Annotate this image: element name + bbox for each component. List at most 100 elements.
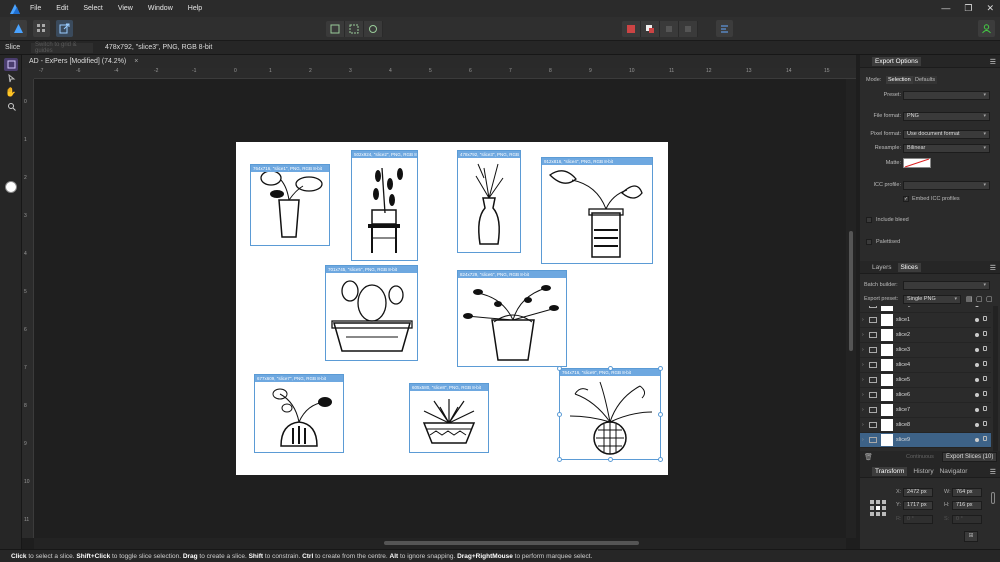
align-button[interactable] <box>716 20 733 37</box>
grid-guides-button[interactable]: Switch to grid & guides <box>31 42 93 54</box>
slice-option-icon[interactable] <box>660 21 679 37</box>
canvas-area[interactable]: 764x716, "slice1", PNG, RGB 8-bit 502x92… <box>34 79 846 538</box>
trash-icon[interactable]: 🗑 <box>864 453 873 461</box>
icc-dropdown[interactable] <box>903 180 990 190</box>
visibility-icon[interactable] <box>975 318 979 322</box>
slice-warning-icon[interactable] <box>641 21 660 37</box>
resize-handle[interactable] <box>658 457 663 462</box>
export-icon[interactable] <box>983 406 987 411</box>
slice-1[interactable]: 764x716, "slice1", PNG, RGB 8-bit <box>250 164 330 246</box>
scroll-thumb[interactable] <box>384 541 639 545</box>
export-icon[interactable] <box>983 316 987 321</box>
document-tab[interactable]: AD - ExPers [Modified] (74.2%) × <box>22 55 856 68</box>
x-field[interactable]: 2472 px <box>903 488 933 497</box>
export-icon[interactable] <box>983 346 987 351</box>
visibility-icon[interactable] <box>975 363 979 367</box>
expand-icon[interactable]: › <box>862 392 864 398</box>
mode-selection-button[interactable]: Selection <box>886 76 913 84</box>
artboard-page[interactable]: 764x716, "slice1", PNG, RGB 8-bit 502x92… <box>236 142 668 475</box>
slice-list-row[interactable]: › slice2 <box>860 328 991 343</box>
select-icon[interactable] <box>326 21 345 37</box>
resize-handle[interactable] <box>658 412 663 417</box>
lock-aspect-icon[interactable] <box>991 492 995 504</box>
export-icon[interactable] <box>983 391 987 396</box>
slice-7[interactable]: 677x609, "slice7", PNG, RGB 8-bit <box>254 374 344 453</box>
export-slices-button[interactable]: Export Slices (10) <box>942 452 998 462</box>
horizontal-scrollbar[interactable] <box>34 538 846 549</box>
copy-preset-icon[interactable]: ▢ <box>976 295 983 303</box>
fill-color-well[interactable] <box>5 181 17 193</box>
transform-options-button[interactable]: ⊞ <box>964 531 978 542</box>
slice-list-row[interactable]: › background <box>860 306 991 313</box>
user-account-button[interactable] <box>978 20 995 37</box>
embed-icc-checkbox[interactable]: ✓ <box>903 196 909 202</box>
expand-icon[interactable]: › <box>862 317 864 323</box>
slice-2[interactable]: 502x924, "slice2", PNG, RGB 8-bit <box>351 150 418 261</box>
slice-list-row[interactable]: › slice6 <box>860 388 991 403</box>
menu-view[interactable]: View <box>118 5 133 12</box>
slice-list-row[interactable]: › slice8 <box>860 418 991 433</box>
visibility-icon[interactable] <box>975 378 979 382</box>
hand-tool[interactable]: ✋ <box>4 86 18 99</box>
delete-slice-icon[interactable] <box>622 21 641 37</box>
tab-slices[interactable]: Slices <box>897 262 921 272</box>
visibility-icon[interactable] <box>975 438 979 442</box>
expand-icon[interactable]: › <box>862 407 864 413</box>
expand-icon[interactable]: › <box>862 362 864 368</box>
resize-handle[interactable] <box>557 366 562 371</box>
resize-handle[interactable] <box>557 457 562 462</box>
resize-handle[interactable] <box>658 366 663 371</box>
slice-option2-icon[interactable] <box>679 21 698 37</box>
shear-field[interactable]: 0 ° <box>952 515 982 524</box>
anchor-point-icon[interactable] <box>869 499 887 517</box>
expand-icon[interactable]: › <box>862 437 864 443</box>
preset-dropdown[interactable] <box>903 90 990 100</box>
select-all-icon[interactable] <box>345 21 364 37</box>
palettised-checkbox[interactable] <box>866 239 872 245</box>
expand-icon[interactable]: › <box>862 306 864 308</box>
export-icon[interactable] <box>983 436 987 441</box>
expand-icon[interactable]: › <box>862 377 864 383</box>
tab-close-icon[interactable]: × <box>134 58 138 65</box>
continuous-checkbox[interactable]: Continuous <box>906 454 934 460</box>
slice-3[interactable]: 478x792, "slice3", PNG, RGB 8-bit <box>457 150 521 253</box>
menu-edit[interactable]: Edit <box>56 5 68 12</box>
batch-builder-dropdown[interactable] <box>903 280 990 290</box>
export-icon[interactable] <box>983 331 987 336</box>
tab-transform[interactable]: Transform <box>872 466 908 476</box>
visibility-icon[interactable] <box>975 333 979 337</box>
slice-select-tool[interactable] <box>4 72 18 85</box>
resample-dropdown[interactable]: Bilinear <box>903 143 990 153</box>
expand-icon[interactable]: › <box>862 422 864 428</box>
pixel-persona-button[interactable] <box>33 20 50 37</box>
pixel-format-dropdown[interactable]: Use document format <box>903 129 990 139</box>
zoom-tool[interactable] <box>4 100 18 113</box>
scroll-thumb[interactable] <box>849 231 853 351</box>
expand-icon[interactable]: › <box>862 347 864 353</box>
slice-6[interactable]: 824x729, "slice6", PNG, RGB 8-bit <box>457 270 567 367</box>
minimize-icon[interactable]: — <box>941 3 950 14</box>
mode-defaults-button[interactable]: Defaults <box>913 76 938 84</box>
visibility-icon[interactable] <box>975 408 979 412</box>
slice-list-row[interactable]: › slice3 <box>860 343 991 358</box>
rotation-field[interactable]: 0 ° <box>903 515 933 524</box>
menu-file[interactable]: File <box>30 5 41 12</box>
menu-help[interactable]: Help <box>188 5 202 12</box>
resize-handle[interactable] <box>608 457 613 462</box>
export-icon[interactable] <box>983 361 987 366</box>
slice-list-scrollbar[interactable] <box>993 306 998 451</box>
tab-layers[interactable]: Layers <box>872 264 892 271</box>
slice-list-row[interactable]: › slice1 <box>860 313 991 328</box>
file-format-dropdown[interactable]: PNG <box>903 111 990 121</box>
panel-menu-icon[interactable]: ☰ <box>990 264 996 272</box>
slice-4[interactable]: 912x816, "slice4", PNG, RGB 8-bit <box>541 157 653 264</box>
slice-list-row[interactable]: › slice7 <box>860 403 991 418</box>
designer-persona-button[interactable] <box>10 20 27 37</box>
include-bleed-checkbox[interactable] <box>866 217 872 223</box>
export-icon[interactable] <box>983 376 987 381</box>
slice-list-row[interactable]: › slice4 <box>860 358 991 373</box>
export-persona-button[interactable] <box>56 20 73 37</box>
slice-list-row[interactable]: › slice5 <box>860 373 991 388</box>
slice-9[interactable]: 764x716, "slice9", PNG, RGB 8-bit <box>557 366 663 462</box>
w-field[interactable]: 764 px <box>952 488 982 497</box>
